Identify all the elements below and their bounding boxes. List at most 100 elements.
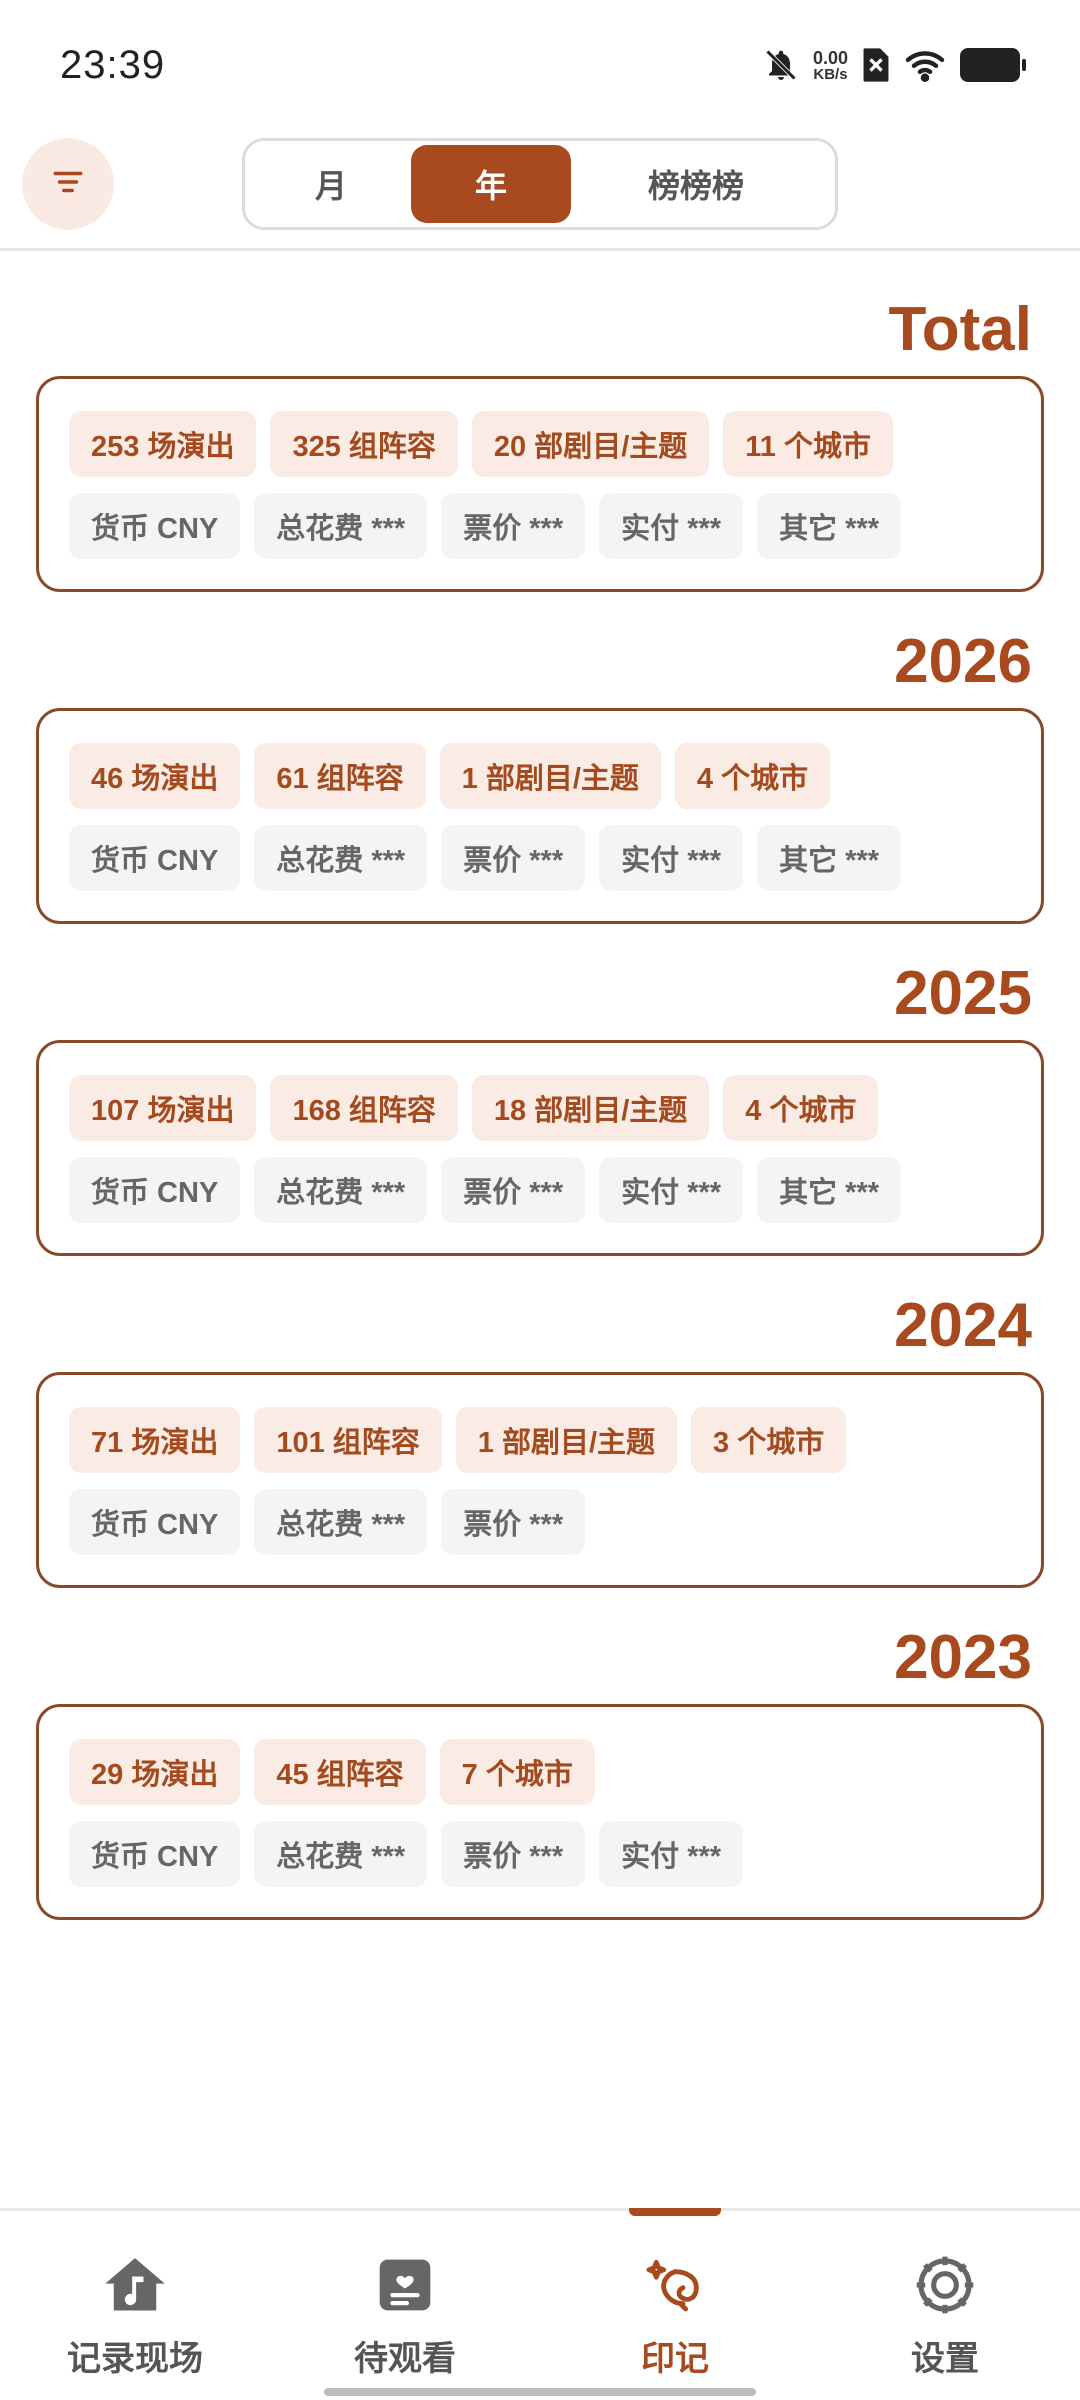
stats-section-total: Total 253 场演出 325 组阵容 20 部剧目/主题 11 个城市 货… <box>0 284 1080 592</box>
cities-count-chip: 11 个城市 <box>723 411 893 477</box>
stats-section-2023: 2023 29 场演出 45 组阵容 7 个城市 货币 CNY 总花费 *** … <box>0 1612 1080 1920</box>
status-bar: 23:39 0.00 KB/s <box>0 0 1080 130</box>
casts-count-chip: 325 组阵容 <box>270 411 458 477</box>
status-icons: 0.00 KB/s <box>763 47 1026 83</box>
ticket-price-chip: 票价 *** <box>441 1157 586 1223</box>
gear-icon <box>909 2249 981 2321</box>
nav-imprint[interactable]: 印记 <box>540 2208 810 2400</box>
sim-x-icon <box>862 47 890 83</box>
cost-chip-row: 货币 CNY 总花费 *** 票价 *** 实付 *** <box>69 1821 1011 1887</box>
total-spend-chip: 总花费 *** <box>254 1489 428 1555</box>
top-bar: 月 年 榜榜榜 <box>0 130 1080 250</box>
casts-count-chip: 101 组阵容 <box>254 1407 442 1473</box>
stats-section-2026: 2026 46 场演出 61 组阵容 1 部剧目/主题 4 个城市 货币 CNY… <box>0 616 1080 924</box>
net-speed-value: 0.00 <box>812 47 848 68</box>
currency-chip: 货币 CNY <box>69 1821 241 1887</box>
filter-button[interactable] <box>22 138 114 230</box>
total-spend-chip: 总花费 *** <box>254 1821 428 1887</box>
ticket-price-chip: 票价 *** <box>441 825 586 891</box>
casts-count-chip: 61 组阵容 <box>254 743 426 809</box>
cost-chip-row: 货币 CNY 总花费 *** 票价 *** 实付 *** 其它 *** <box>69 825 1011 891</box>
nav-record-live[interactable]: 记录现场 <box>0 2211 270 2400</box>
nav-settings[interactable]: 设置 <box>810 2211 1080 2400</box>
plays-count-chip: 18 部剧目/主题 <box>471 1075 710 1141</box>
nav-label: 印记 <box>641 2340 709 2378</box>
cities-count-chip: 3 个城市 <box>691 1407 847 1473</box>
stats-content: Total 253 场演出 325 组阵容 20 部剧目/主题 11 个城市 货… <box>0 260 1080 1920</box>
bottom-nav: 记录现场 待观看 印记 设置 <box>0 2208 1080 2400</box>
paid-chip: 实付 *** <box>599 493 744 559</box>
cities-count-chip: 4 个城市 <box>674 743 831 809</box>
paid-chip: 实付 *** <box>599 825 744 891</box>
net-speed-unit: KB/s <box>813 65 848 83</box>
shows-count-chip: 107 场演出 <box>69 1075 257 1141</box>
shows-count-chip: 253 场演出 <box>69 411 257 477</box>
status-time: 23:39 <box>60 42 166 87</box>
plays-count-chip: 1 部剧目/主题 <box>455 1407 678 1473</box>
plays-count-chip: 20 部剧目/主题 <box>471 411 710 477</box>
active-tab-indicator <box>629 2208 721 2216</box>
home-indicator[interactable] <box>324 2388 756 2396</box>
stats-section-2025: 2025 107 场演出 168 组阵容 18 部剧目/主题 4 个城市 货币 … <box>0 948 1080 1256</box>
ticket-price-chip: 票价 *** <box>441 1489 586 1555</box>
tab-year[interactable]: 年 <box>411 145 571 223</box>
other-chip: 其它 *** <box>757 825 901 891</box>
shows-count-chip: 71 场演出 <box>69 1407 241 1473</box>
total-spend-chip: 总花费 *** <box>254 825 428 891</box>
stats-chip-row: 71 场演出 101 组阵容 1 部剧目/主题 3 个城市 <box>69 1407 1011 1473</box>
nav-label: 待观看 <box>354 2340 456 2378</box>
stats-chip-row: 46 场演出 61 组阵容 1 部剧目/主题 4 个城市 <box>69 743 1011 809</box>
section-title: 2023 <box>894 1623 1032 1692</box>
ticket-list-icon <box>369 2249 441 2321</box>
stats-card[interactable]: 29 场演出 45 组阵容 7 个城市 货币 CNY 总花费 *** 票价 **… <box>36 1704 1044 1920</box>
bell-off-icon <box>763 47 799 83</box>
wifi-icon <box>904 48 946 82</box>
ticket-price-chip: 票价 *** <box>441 493 586 559</box>
nav-to-watch[interactable]: 待观看 <box>270 2211 540 2400</box>
stats-card[interactable]: 46 场演出 61 组阵容 1 部剧目/主题 4 个城市 货币 CNY 总花费 … <box>36 708 1044 924</box>
casts-count-chip: 168 组阵容 <box>270 1075 458 1141</box>
ticket-price-chip: 票价 *** <box>441 1821 586 1887</box>
cities-count-chip: 7 个城市 <box>439 1739 595 1805</box>
sparkle-mark-icon <box>639 2249 711 2321</box>
cost-chip-row: 货币 CNY 总花费 *** 票价 *** 实付 *** 其它 *** <box>69 493 1011 559</box>
total-spend-chip: 总花费 *** <box>254 493 428 559</box>
currency-chip: 货币 CNY <box>69 825 241 891</box>
stats-section-2024: 2024 71 场演出 101 组阵容 1 部剧目/主题 3 个城市 货币 CN… <box>0 1280 1080 1588</box>
currency-chip: 货币 CNY <box>69 493 241 559</box>
stats-chip-row: 29 场演出 45 组阵容 7 个城市 <box>69 1739 1011 1805</box>
currency-chip: 货币 CNY <box>69 1157 241 1223</box>
stats-card[interactable]: 107 场演出 168 组阵容 18 部剧目/主题 4 个城市 货币 CNY 总… <box>36 1040 1044 1256</box>
nav-label: 设置 <box>911 2340 979 2378</box>
other-chip: 其它 *** <box>757 1157 901 1223</box>
tab-month[interactable]: 月 <box>251 145 411 223</box>
section-title: 2025 <box>894 959 1032 1028</box>
house-music-icon <box>99 2249 171 2321</box>
net-speed: 0.00 KB/s <box>813 49 848 82</box>
stats-card[interactable]: 253 场演出 325 组阵容 20 部剧目/主题 11 个城市 货币 CNY … <box>36 376 1044 592</box>
total-spend-chip: 总花费 *** <box>254 1157 428 1223</box>
shows-count-chip: 29 场演出 <box>69 1739 241 1805</box>
stats-chip-row: 253 场演出 325 组阵容 20 部剧目/主题 11 个城市 <box>69 411 1011 477</box>
nav-label: 记录现场 <box>67 2340 203 2378</box>
period-segmented-control: 月 年 榜榜榜 <box>242 138 838 230</box>
casts-count-chip: 45 组阵容 <box>254 1739 426 1805</box>
cities-count-chip: 4 个城市 <box>723 1075 879 1141</box>
paid-chip: 实付 *** <box>599 1157 744 1223</box>
section-title: Total <box>888 295 1033 364</box>
header-divider <box>0 248 1080 251</box>
section-title: 2026 <box>894 627 1032 696</box>
battery-icon <box>960 48 1026 82</box>
stats-chip-row: 107 场演出 168 组阵容 18 部剧目/主题 4 个城市 <box>69 1075 1011 1141</box>
section-title: 2024 <box>894 1291 1032 1360</box>
shows-count-chip: 46 场演出 <box>69 743 241 809</box>
plays-count-chip: 1 部剧目/主题 <box>439 743 661 809</box>
stats-card[interactable]: 71 场演出 101 组阵容 1 部剧目/主题 3 个城市 货币 CNY 总花费… <box>36 1372 1044 1588</box>
other-chip: 其它 *** <box>757 493 901 559</box>
tab-ranking[interactable]: 榜榜榜 <box>571 145 821 223</box>
currency-chip: 货币 CNY <box>69 1489 241 1555</box>
filter-icon <box>51 167 85 202</box>
cost-chip-row: 货币 CNY 总花费 *** 票价 *** 实付 *** 其它 *** <box>69 1157 1011 1223</box>
cost-chip-row: 货币 CNY 总花费 *** 票价 *** <box>69 1489 1011 1555</box>
paid-chip: 实付 *** <box>599 1821 744 1887</box>
